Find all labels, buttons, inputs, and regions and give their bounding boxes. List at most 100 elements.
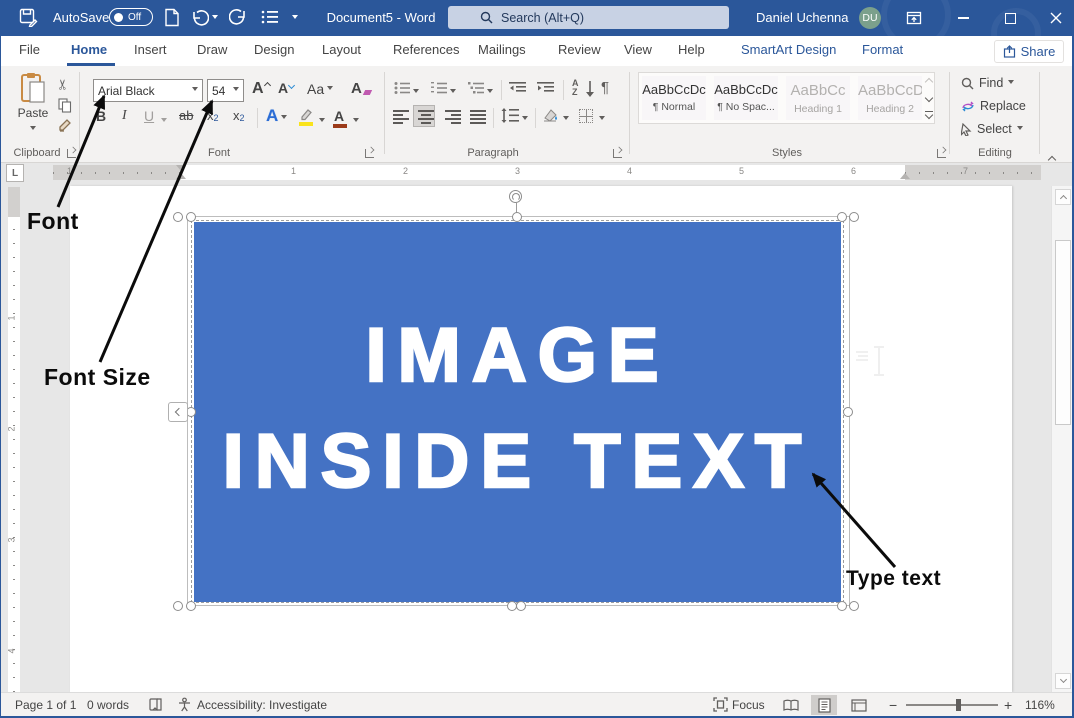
- accessibility-status[interactable]: Accessibility: Investigate: [197, 698, 327, 712]
- tab-references[interactable]: References: [393, 42, 459, 57]
- shrink-font-button[interactable]: A: [278, 80, 294, 96]
- read-mode-button[interactable]: [778, 695, 804, 715]
- ribbon-display-options-button[interactable]: [897, 0, 931, 36]
- line-spacing-dropdown-icon[interactable]: [522, 116, 528, 123]
- maximize-button[interactable]: [993, 0, 1027, 36]
- styles-gallery-up-button[interactable]: [923, 74, 935, 89]
- scrollbar-thumb[interactable]: [1055, 240, 1071, 425]
- ruler-left-margin[interactable]: [53, 165, 181, 180]
- style-normal[interactable]: AaBbCcDc ¶ Normal: [642, 76, 706, 120]
- tab-review[interactable]: Review: [558, 42, 601, 57]
- list-icon[interactable]: [261, 8, 279, 26]
- style-heading-2[interactable]: AaBbCcD Heading 2: [858, 76, 922, 120]
- scroll-up-button[interactable]: [1055, 189, 1071, 205]
- select-button[interactable]: Select: [961, 122, 1023, 136]
- tab-home[interactable]: Home: [71, 42, 107, 57]
- resize-handle-top-center[interactable]: [512, 212, 522, 222]
- search-input[interactable]: Search (Alt+Q): [448, 6, 729, 29]
- line-spacing-button[interactable]: [501, 108, 519, 123]
- shading-dropdown-icon[interactable]: [563, 116, 569, 123]
- clear-formatting-button[interactable]: A: [351, 80, 371, 97]
- undo-button[interactable]: [191, 8, 209, 26]
- first-line-indent-marker[interactable]: [176, 165, 186, 171]
- autosave-toggle[interactable]: Off: [109, 8, 153, 26]
- resize-handle-top-right-inner[interactable]: [837, 212, 847, 222]
- word-count[interactable]: 0 words: [87, 698, 129, 712]
- share-button[interactable]: Share: [994, 40, 1064, 63]
- font-size-combobox[interactable]: 54: [207, 79, 244, 102]
- paste-dropdown-icon[interactable]: [30, 126, 36, 133]
- align-right-button[interactable]: [445, 110, 461, 124]
- resize-handle-bottom-center-inner[interactable]: [516, 601, 526, 611]
- style-no-spacing[interactable]: AaBbCcDc ¶ No Spac...: [714, 76, 778, 120]
- format-painter-button[interactable]: [58, 118, 72, 133]
- resize-handle-bottom-left-inner[interactable]: [186, 601, 196, 611]
- clipboard-dialog-launcher[interactable]: [67, 149, 76, 158]
- vertical-scrollbar[interactable]: [1051, 186, 1072, 692]
- text-effects-button[interactable]: A: [266, 106, 287, 126]
- bullets-dropdown-icon[interactable]: [413, 89, 419, 96]
- tab-layout[interactable]: Layout: [322, 42, 361, 57]
- resize-handle-top-left[interactable]: [173, 212, 183, 222]
- sort-button[interactable]: A Z: [572, 79, 579, 97]
- borders-dropdown-icon[interactable]: [599, 116, 605, 123]
- resize-handle-top-right[interactable]: [849, 212, 859, 222]
- redo-button[interactable]: [229, 8, 247, 26]
- web-layout-button[interactable]: [846, 695, 872, 715]
- resize-handle-bottom-right-inner[interactable]: [837, 601, 847, 611]
- numbering-button[interactable]: [431, 81, 447, 95]
- user-name[interactable]: Daniel Uchenna: [756, 10, 849, 25]
- font-name-combobox[interactable]: Arial Black: [93, 79, 203, 102]
- align-center-button[interactable]: [418, 110, 434, 124]
- increase-indent-button[interactable]: [537, 81, 554, 95]
- save-icon[interactable]: [19, 8, 38, 27]
- previous-page-button[interactable]: [168, 402, 188, 422]
- styles-gallery-down-button[interactable]: [923, 90, 935, 105]
- resize-handle-middle-right[interactable]: [843, 407, 853, 417]
- multilevel-list-button[interactable]: [468, 81, 484, 95]
- tab-mailings[interactable]: Mailings: [478, 42, 526, 57]
- copy-button[interactable]: [58, 98, 72, 113]
- new-document-icon[interactable]: [164, 8, 180, 27]
- tab-smartart-design[interactable]: SmartArt Design: [741, 42, 836, 57]
- tab-design[interactable]: Design: [254, 42, 294, 57]
- rotation-handle[interactable]: [509, 190, 522, 203]
- underline-button[interactable]: U: [144, 108, 154, 124]
- bold-button[interactable]: B: [96, 108, 106, 124]
- show-hide-pilcrow-button[interactable]: ¶: [601, 79, 609, 96]
- change-case-button[interactable]: Aa: [307, 81, 333, 97]
- subscript-button[interactable]: x2: [207, 108, 219, 123]
- multilevel-dropdown-icon[interactable]: [487, 89, 493, 96]
- zoom-in-button[interactable]: +: [1004, 697, 1012, 713]
- page-indicator[interactable]: Page 1 of 1: [15, 698, 76, 712]
- cut-button[interactable]: ✂: [54, 79, 71, 91]
- find-button[interactable]: Find: [961, 76, 1014, 90]
- tab-format[interactable]: Format: [862, 42, 903, 57]
- numbering-dropdown-icon[interactable]: [450, 89, 456, 96]
- minimize-button[interactable]: [946, 0, 980, 36]
- font-dialog-launcher[interactable]: [365, 149, 374, 158]
- grow-font-button[interactable]: A: [252, 80, 270, 98]
- paragraph-dialog-launcher[interactable]: [613, 149, 622, 158]
- tab-view[interactable]: View: [624, 42, 652, 57]
- replace-button[interactable]: Replace: [961, 99, 1026, 113]
- tab-draw[interactable]: Draw: [197, 42, 227, 57]
- superscript-button[interactable]: x2: [233, 108, 245, 123]
- underline-dropdown-icon[interactable]: [161, 118, 167, 125]
- focus-label[interactable]: Focus: [732, 698, 765, 712]
- styles-gallery-more-button[interactable]: [923, 107, 935, 122]
- focus-icon[interactable]: [713, 697, 728, 712]
- hanging-indent-marker[interactable]: [176, 173, 186, 179]
- bullets-button[interactable]: [394, 81, 410, 95]
- font-color-dropdown-icon[interactable]: [353, 118, 359, 125]
- scroll-down-button[interactable]: [1055, 673, 1071, 689]
- horizontal-ruler[interactable]: [181, 165, 905, 180]
- styles-dialog-launcher[interactable]: [937, 149, 946, 158]
- tab-insert[interactable]: Insert: [134, 42, 167, 57]
- proofing-icon[interactable]: [149, 697, 163, 712]
- print-layout-button[interactable]: [811, 695, 837, 715]
- paste-button[interactable]: Paste: [13, 72, 53, 138]
- italic-button[interactable]: I: [122, 108, 127, 124]
- avatar[interactable]: DU: [859, 7, 881, 29]
- zoom-level[interactable]: 116%: [1025, 698, 1055, 712]
